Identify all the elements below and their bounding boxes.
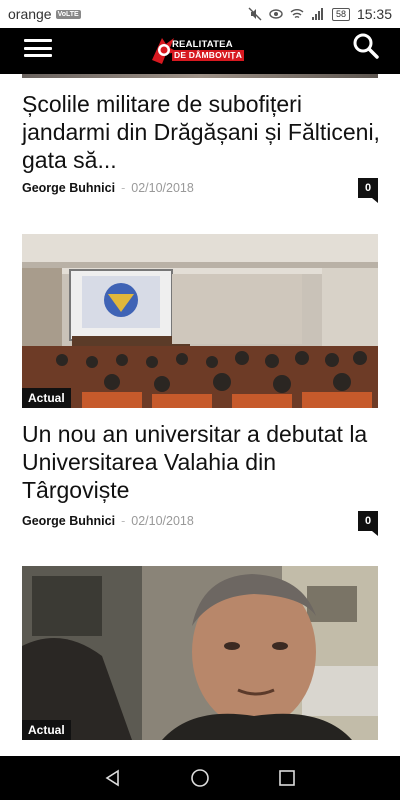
back-triangle-icon [105, 769, 120, 787]
mute-icon [248, 7, 262, 21]
article-date: 02/10/2018 [131, 181, 194, 195]
logo-text: REALITATEA DE DÂMBOVIȚA [172, 39, 245, 61]
article-author[interactable]: George Buhnici [22, 514, 115, 528]
article-feed[interactable]: Școlile militare de subofițeri jandarmi … [0, 74, 400, 756]
back-button[interactable] [98, 763, 128, 793]
previous-article-image[interactable] [22, 74, 378, 78]
category-badge[interactable]: Actual [22, 720, 71, 740]
category-badge[interactable]: Actual [22, 388, 71, 408]
hamburger-icon[interactable] [24, 36, 52, 60]
battery-indicator: 58 [331, 7, 350, 21]
comment-count[interactable]: 0 [358, 511, 378, 536]
portrait-photo [22, 566, 378, 740]
eye-icon [269, 9, 283, 19]
recents-square-icon [278, 770, 295, 786]
home-circle-icon [191, 769, 209, 787]
site-logo[interactable]: REALITATEA DE DÂMBOVIȚA [148, 30, 258, 70]
meta-separator: - [121, 514, 126, 528]
article-meta: George Buhnici - 02/10/2018 0 [22, 511, 378, 536]
status-icons: 58 15:35 [248, 6, 392, 22]
site-header: REALITATEA DE DÂMBOVIȚA [0, 28, 400, 74]
logo-line2: DE DÂMBOVIȚA [172, 50, 245, 61]
volte-badge: VoLTE [55, 9, 81, 19]
article-meta: George Buhnici - 02/10/2018 0 [22, 178, 378, 203]
article-author[interactable]: George Buhnici [22, 181, 115, 195]
signal-icon [311, 8, 323, 20]
recents-button[interactable] [272, 763, 302, 793]
wifi-icon [290, 9, 304, 19]
article-thumbnail[interactable]: Actual [22, 234, 378, 408]
carrier-info: orange VoLTE [8, 6, 81, 22]
article-thumbnail[interactable]: Actual [22, 566, 378, 740]
article-date: 02/10/2018 [131, 514, 194, 528]
logo-line1: REALITATEA [172, 39, 233, 50]
article-title[interactable]: Un nou an universitar a debutat la Unive… [22, 420, 382, 504]
meta-separator: - [121, 181, 126, 195]
search-icon[interactable] [352, 32, 380, 60]
status-bar: orange VoLTE 58 15:35 [0, 0, 400, 28]
article-title[interactable]: Școlile militare de subofițeri jandarmi … [22, 90, 382, 174]
system-navigation-bar [0, 756, 400, 800]
home-button[interactable] [185, 763, 215, 793]
auditorium-photo [22, 234, 378, 408]
comment-count[interactable]: 0 [358, 178, 378, 203]
carrier-name: orange [8, 6, 52, 22]
clock: 15:35 [356, 6, 392, 22]
